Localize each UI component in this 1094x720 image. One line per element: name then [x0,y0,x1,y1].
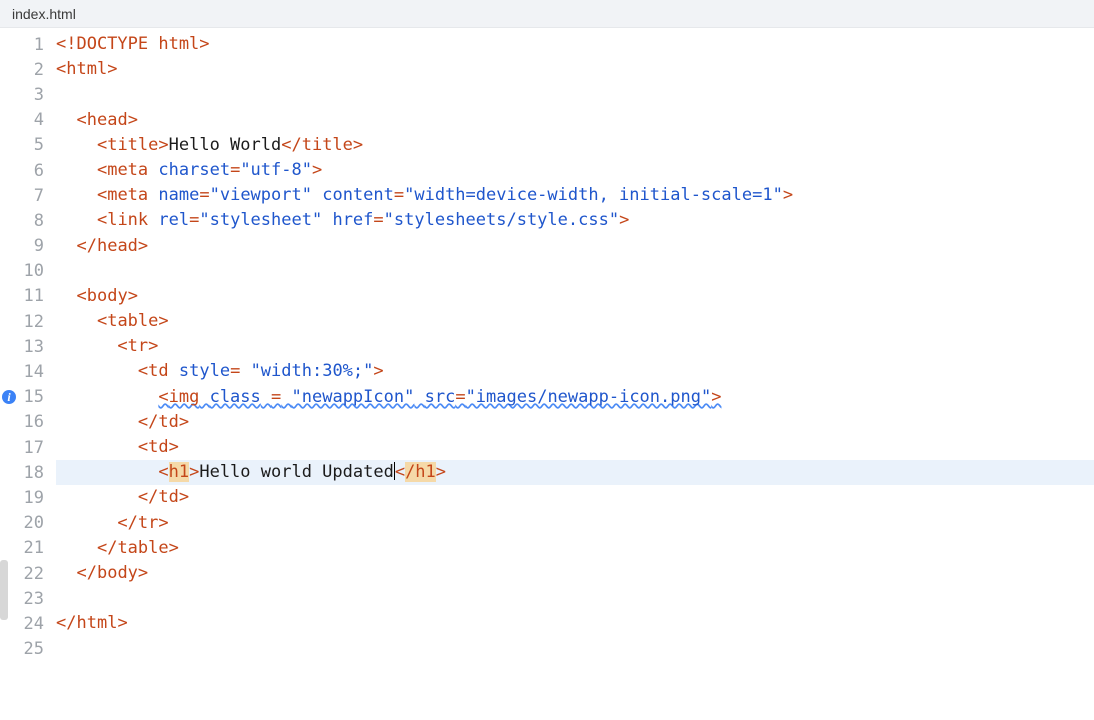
line-number: 22 [0,561,56,586]
line-number: 23 [0,586,56,611]
code-line[interactable]: <!DOCTYPE html> [56,32,1094,57]
line-number: 21 [0,536,56,561]
code-line[interactable]: <title>Hello World</title> [56,133,1094,158]
line-number: 12 [0,309,56,334]
line-number: 11 [0,284,56,309]
line-number: 6 [0,158,56,183]
line-number: 10 [0,259,56,284]
line-number: 25 [0,637,56,662]
line-number: 18 [0,460,56,485]
line-number: 15i [0,385,56,410]
code-line[interactable]: </body> [56,561,1094,586]
line-number: 14 [0,359,56,384]
line-number: 19 [0,485,56,510]
line-number: 3 [0,82,56,107]
file-tab-label[interactable]: index.html [12,6,76,22]
code-line[interactable]: <td> [56,435,1094,460]
line-number: 5 [0,133,56,158]
code-editor[interactable]: 123456789101112131415i161718192021222324… [0,28,1094,662]
code-line[interactable]: </td> [56,410,1094,435]
code-line[interactable]: <h1>Hello world Updated</h1> [56,460,1094,485]
code-line[interactable]: <link rel="stylesheet" href="stylesheets… [56,208,1094,233]
line-number: 17 [0,435,56,460]
code-line[interactable]: </tr> [56,511,1094,536]
code-line[interactable]: <html> [56,57,1094,82]
line-number: 24 [0,611,56,636]
code-line[interactable]: </html> [56,611,1094,636]
line-number: 7 [0,183,56,208]
code-line[interactable]: </td> [56,485,1094,510]
info-icon[interactable]: i [2,390,16,404]
line-number: 1 [0,32,56,57]
line-number: 13 [0,334,56,359]
code-line[interactable] [56,637,1094,662]
code-line[interactable]: <head> [56,108,1094,133]
code-line[interactable]: </table> [56,536,1094,561]
line-number: 16 [0,410,56,435]
code-line[interactable]: <table> [56,309,1094,334]
tab-bar[interactable]: index.html [0,0,1094,28]
code-line[interactable]: <td style= "width:30%;"> [56,359,1094,384]
line-number: 2 [0,57,56,82]
line-number-gutter: 123456789101112131415i161718192021222324… [0,32,56,662]
code-line[interactable]: <img class = "newappIcon" src="images/ne… [56,385,1094,410]
code-line[interactable]: <tr> [56,334,1094,359]
code-line[interactable] [56,82,1094,107]
code-line[interactable]: </head> [56,234,1094,259]
code-line[interactable] [56,586,1094,611]
scrollbar-thumb[interactable] [0,560,8,620]
line-number: 9 [0,234,56,259]
code-line[interactable]: <meta charset="utf-8"> [56,158,1094,183]
code-line[interactable]: <body> [56,284,1094,309]
code-line[interactable] [56,259,1094,284]
code-area[interactable]: <!DOCTYPE html><html> <head> <title>Hell… [56,32,1094,662]
line-number: 20 [0,511,56,536]
line-number: 4 [0,108,56,133]
code-line[interactable]: <meta name="viewport" content="width=dev… [56,183,1094,208]
line-number: 8 [0,208,56,233]
